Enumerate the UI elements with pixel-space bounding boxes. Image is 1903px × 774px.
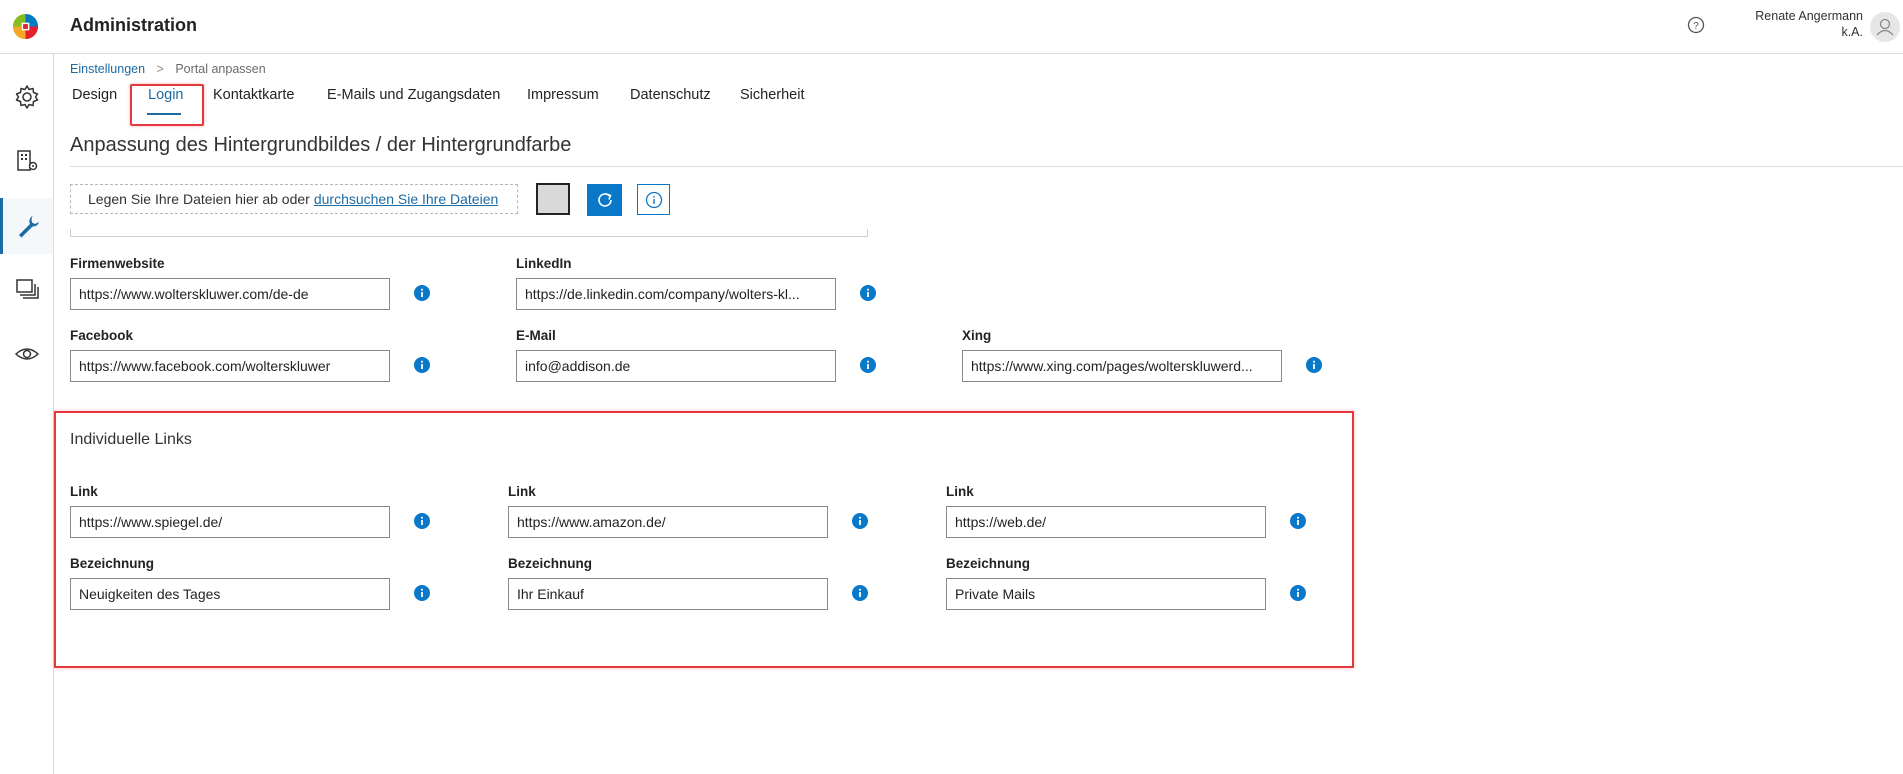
link-1-label: Link [70, 484, 98, 499]
avatar[interactable] [1870, 12, 1900, 42]
link-1-name-input[interactable] [70, 578, 390, 610]
user-name: Renate Angermann [1755, 9, 1863, 23]
app-logo-icon[interactable] [12, 13, 39, 40]
tab-datenschutz[interactable]: Datenschutz [630, 87, 711, 103]
section-divider [70, 166, 1903, 167]
info-icon[interactable] [414, 285, 430, 301]
background-color-swatch[interactable] [536, 183, 570, 215]
breadcrumb: Einstellungen > Portal anpassen [70, 62, 266, 76]
facebook-input[interactable] [70, 350, 390, 382]
file-dropzone[interactable]: Legen Sie Ihre Dateien hier ab oder durc… [70, 184, 518, 214]
link-2-name-input[interactable] [508, 578, 828, 610]
link-3-name-input[interactable] [946, 578, 1266, 610]
link-2-url-input[interactable] [508, 506, 828, 538]
link-2-label: Link [508, 484, 536, 499]
facebook-label: Facebook [70, 328, 134, 343]
sidebar-item-portal[interactable] [0, 198, 53, 254]
info-icon[interactable] [1306, 357, 1322, 373]
xing-label: Xing [962, 328, 992, 343]
name-2-label: Bezeichnung [508, 556, 593, 571]
top-bar: Administration ? Renate Angermann k.A. [0, 0, 1903, 54]
sidebar-item-documents[interactable] [0, 263, 53, 315]
breadcrumb-link-einstellungen[interactable]: Einstellungen [70, 62, 145, 76]
tab-emails-zugangsdaten[interactable]: E-Mails und Zugangsdaten [327, 87, 500, 103]
login-tab-highlight [130, 84, 204, 126]
name-3-label: Bezeichnung [946, 556, 1031, 571]
info-icon[interactable] [414, 585, 430, 601]
refresh-icon [597, 193, 612, 207]
sidebar-item-preview[interactable] [0, 328, 53, 380]
dropzone-text: Legen Sie Ihre Dateien hier ab oder [88, 191, 310, 207]
user-icon [1876, 18, 1894, 36]
user-role: k.A. [1841, 25, 1863, 39]
tab-impressum[interactable]: Impressum [527, 87, 599, 103]
info-icon[interactable] [1290, 513, 1306, 529]
link-3-label: Link [946, 484, 974, 499]
chevron-right-icon: > [156, 62, 164, 76]
info-icon[interactable] [852, 513, 868, 529]
email-input[interactable] [516, 350, 836, 382]
individual-links-highlight [54, 411, 1354, 668]
tab-design[interactable]: Design [72, 87, 117, 103]
gear-icon [15, 85, 38, 109]
building-settings-icon [16, 150, 37, 171]
name-1-label: Bezeichnung [70, 556, 155, 571]
browse-files-link[interactable]: durchsuchen Sie Ihre Dateien [314, 191, 498, 207]
xing-input[interactable] [962, 350, 1282, 382]
eye-icon [14, 348, 39, 360]
info-icon[interactable] [414, 357, 430, 373]
info-icon[interactable] [1290, 585, 1306, 601]
background-info-button[interactable] [637, 184, 670, 215]
sidebar-item-settings[interactable] [0, 71, 53, 123]
user-info[interactable]: Renate Angermann k.A. [1663, 8, 1863, 40]
info-icon[interactable] [860, 357, 876, 373]
linkedin-label: LinkedIn [516, 256, 572, 271]
linkedin-input[interactable] [516, 278, 836, 310]
info-icon[interactable] [860, 285, 876, 301]
breadcrumb-current: Portal anpassen [175, 62, 266, 76]
info-icon [645, 191, 662, 208]
link-3-url-input[interactable] [946, 506, 1266, 538]
background-section-title: Anpassung des Hintergrundbildes / der Hi… [70, 134, 572, 156]
info-icon[interactable] [852, 585, 868, 601]
tab-sicherheit[interactable]: Sicherheit [740, 87, 804, 103]
info-icon[interactable] [414, 513, 430, 529]
background-preview-strip [70, 229, 868, 237]
app-title: Administration [70, 15, 198, 35]
wrench-icon [19, 216, 39, 238]
reset-background-button[interactable] [587, 184, 622, 216]
firmenwebsite-label: Firmenwebsite [70, 256, 165, 271]
individual-links-title: Individuelle Links [70, 431, 192, 448]
firmenwebsite-input[interactable] [70, 278, 390, 310]
documents-icon [15, 279, 39, 299]
link-1-url-input[interactable] [70, 506, 390, 538]
sidebar-item-organization[interactable] [0, 135, 53, 187]
tab-kontaktkarte[interactable]: Kontaktkarte [213, 87, 294, 103]
email-label: E-Mail [516, 328, 556, 343]
